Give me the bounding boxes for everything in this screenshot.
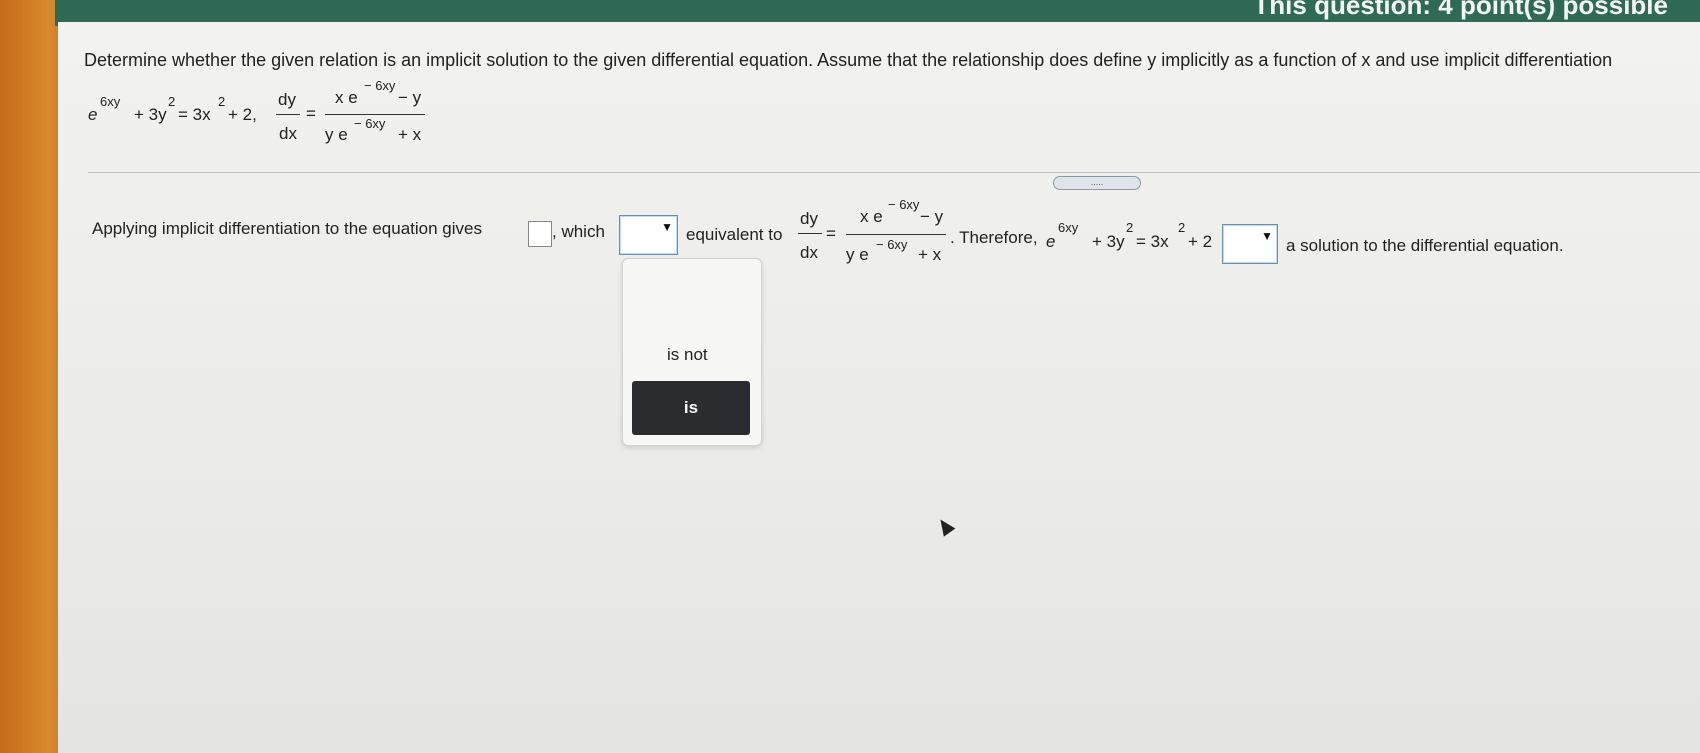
question-page [58, 22, 1700, 753]
option-is-not[interactable]: is not [667, 345, 708, 365]
ode-denominator-left: y e [325, 125, 348, 144]
relation-sq2: 2 [218, 94, 226, 109]
answer-rel-mid: + 3y [1092, 232, 1125, 251]
ode-equals: = [306, 104, 316, 123]
ode-dy: dy [278, 90, 296, 109]
relation-eq: = 3x [178, 105, 211, 124]
ode-numerator-right: − y [398, 88, 422, 107]
relation-sq: 2 [168, 94, 176, 109]
answer-rel-e: e [1046, 232, 1056, 251]
answer-equals: = [826, 224, 836, 243]
section-divider [88, 172, 1700, 173]
chevron-down-icon: ▼ [1261, 229, 1273, 243]
answer-prefix: Applying implicit differentiation to the… [92, 219, 482, 238]
answer-den-right: + x [918, 245, 942, 264]
answer-therefore: . Therefore, [950, 228, 1038, 247]
answer-dy: dy [800, 209, 818, 228]
ode-dx: dx [279, 124, 297, 143]
relation-exponent: 6xy [100, 94, 121, 109]
ode-fraction-bar [325, 114, 425, 115]
dropdown-menu: is not is [622, 258, 762, 446]
answer-num-exponent: − 6xy [888, 197, 920, 212]
answer-rel-sq: 2 [1126, 220, 1134, 235]
answer-which: , which [552, 222, 605, 241]
ode-numerator-exponent: − 6xy [364, 78, 396, 93]
answer-rel-sq2: 2 [1178, 220, 1186, 235]
solution-select[interactable]: ▼ [1222, 224, 1278, 264]
ode-denominator-right: + x [398, 125, 422, 144]
answer-den-exponent: − 6xy [876, 237, 908, 252]
question-prompt: Determine whether the given relation is … [84, 50, 1613, 70]
ode-dydx-bar [276, 114, 300, 115]
answer-suffix: a solution to the differential equation. [1286, 236, 1564, 255]
relation-tail: + 2, [228, 105, 257, 124]
ode-numerator-left: x e [335, 88, 358, 107]
answer-rel-tail: + 2 [1188, 232, 1213, 251]
answer-equivalent-to: equivalent to [686, 225, 783, 244]
chevron-down-icon: ▼ [661, 220, 673, 234]
relation-term2: + 3y [134, 105, 167, 124]
answer-dx: dx [800, 243, 818, 262]
answer-fraction-bar [846, 234, 946, 235]
ode-denominator-exponent: − 6xy [354, 116, 386, 131]
expand-button[interactable]: ..... [1053, 176, 1141, 190]
answer-rel-exponent: 6xy [1058, 220, 1079, 235]
answer-den-left: y e [846, 245, 869, 264]
answer-rel-eq: = 3x [1136, 232, 1169, 251]
option-is[interactable]: is [632, 381, 750, 435]
equivalent-select[interactable]: ▼ [619, 215, 678, 255]
relation-e: e [88, 105, 98, 124]
answer-num-right: − y [920, 207, 944, 226]
answer-input-box[interactable] [528, 221, 552, 247]
answer-dydx-bar [798, 233, 822, 234]
answer-num-left: x e [860, 207, 883, 226]
points-possible: This question: 4 point(s) possible [1253, 0, 1668, 20]
